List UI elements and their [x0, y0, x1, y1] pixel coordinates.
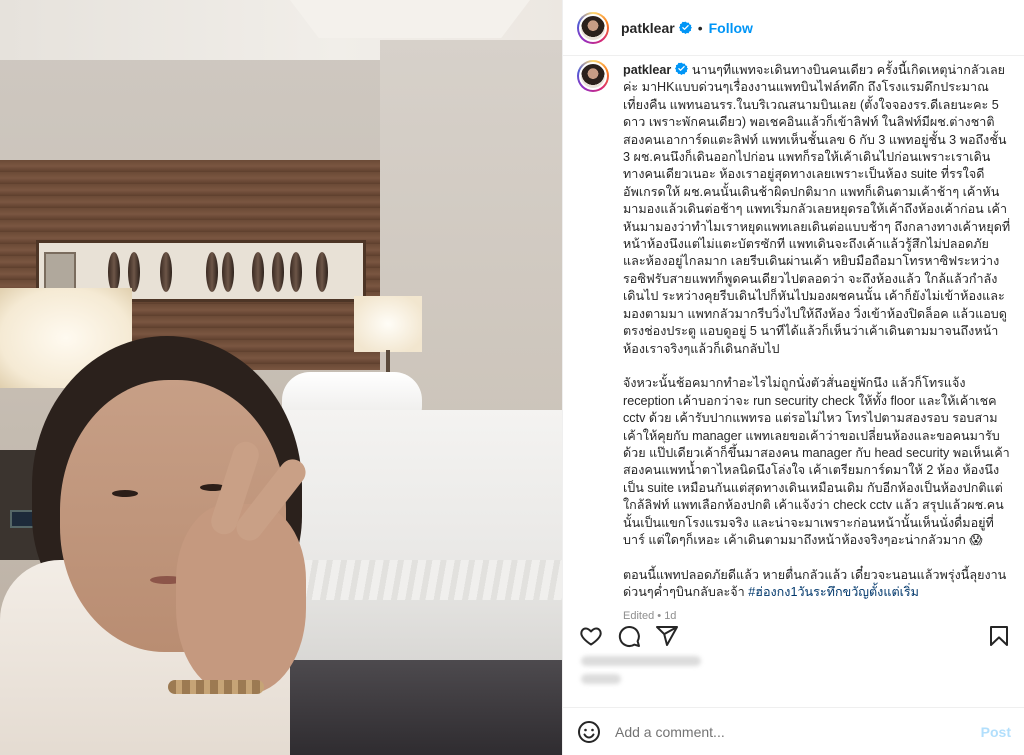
photo-vase [272, 252, 284, 292]
post-photo[interactable] [0, 0, 562, 755]
photo-bed [270, 410, 562, 660]
blurred-line [581, 656, 701, 666]
photo-vase [108, 252, 120, 292]
caption-username[interactable]: patklear [623, 63, 671, 77]
photo-vase [316, 252, 328, 292]
photo-vase [128, 252, 140, 292]
photo-vase [252, 252, 264, 292]
action-bar [563, 618, 1024, 654]
avatar[interactable] [577, 11, 609, 44]
caption-avatar[interactable] [577, 60, 609, 92]
username[interactable]: patklear [621, 20, 675, 36]
photo-person-eye [112, 490, 138, 497]
bookmark-icon[interactable] [987, 624, 1011, 648]
caption-area: patklear นานๆทีแพทจะเดินทางบินคนเดียว คร… [577, 56, 1013, 622]
avatar-image [579, 62, 607, 90]
caption-paragraph: นานๆทีแพทจะเดินทางบินคนเดียว ครั้งนี้เกิ… [623, 63, 1011, 356]
post-comment-button[interactable]: Post [981, 724, 1011, 740]
likes-summary-blurred [581, 656, 741, 700]
photo-shelf-box [44, 252, 76, 292]
comment-bar: Post [563, 707, 1024, 755]
header-separator: • [697, 19, 703, 36]
emoji-icon[interactable] [577, 720, 601, 744]
photo-vase [206, 252, 218, 292]
photo-vase [160, 252, 172, 292]
caption-paragraph: จังหวะนั้นช้อคมากทำอะไรไม่ถูกนั่งตัวสั่น… [623, 376, 1010, 547]
photo-bed-stripe [270, 560, 562, 600]
instagram-post: patklear • Follow patklear นานๆทีแพทจะเด… [0, 0, 1024, 755]
photo-ceiling-recess [290, 0, 530, 38]
comment-icon[interactable] [617, 624, 641, 648]
verified-badge-icon [675, 62, 689, 75]
photo-vase [290, 252, 302, 292]
photo-vase [222, 252, 234, 292]
caption-text: patklear นานๆทีแพทจะเดินทางบินคนเดียว คร… [623, 62, 1013, 602]
post-header: patklear • Follow [563, 0, 1024, 56]
share-icon[interactable] [655, 624, 679, 648]
blurred-line [581, 674, 621, 684]
verified-badge-icon [678, 21, 692, 34]
caption-row: patklear นานๆทีแพทจะเดินทางบินคนเดียว คร… [577, 60, 1013, 622]
avatar-image [579, 13, 607, 42]
follow-button[interactable]: Follow [709, 20, 753, 36]
hashtag-link[interactable]: #ฮ่องกง1วันระทึกขวัญตั้งแต่เริ่ม [748, 585, 919, 599]
photo-person-bracelet [168, 680, 264, 694]
comment-input[interactable] [615, 723, 981, 740]
heart-icon[interactable] [579, 624, 603, 648]
post-side-panel: patklear • Follow patklear นานๆทีแพทจะเด… [562, 0, 1024, 755]
photo-lamp-right [354, 296, 422, 352]
